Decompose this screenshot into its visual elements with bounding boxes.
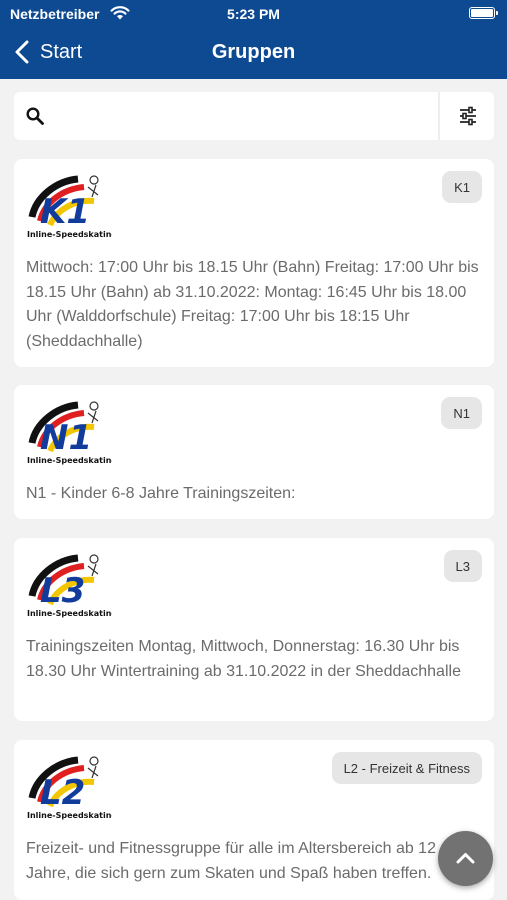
group-logo-text: K1 <box>40 192 90 232</box>
scroll-to-top-button[interactable] <box>438 831 493 886</box>
group-card[interactable]: N1 Inline-Speedskating N1 N1 - Kinder 6-… <box>14 385 494 519</box>
filter-button[interactable] <box>438 92 494 140</box>
search-field[interactable] <box>14 92 438 140</box>
top-bar: Netzbetreiber 5:23 PM Start Gruppen <box>0 0 507 79</box>
page-title: Gruppen <box>211 41 296 63</box>
group-card[interactable]: L3 Inline-Speedskating L3 Trainingszeite… <box>14 538 494 721</box>
group-description: Trainingszeiten Montag, Mittwoch, Donner… <box>26 638 461 680</box>
search-input[interactable] <box>56 92 426 140</box>
sliders-icon <box>460 106 476 126</box>
group-description: N1 - Kinder 6-8 Jahre Trainingszeiten: <box>26 485 296 502</box>
group-card[interactable]: L2 Inline-Speedskating L2 - Freizeit & F… <box>14 740 494 900</box>
group-logo-caption: Inline-Speedskating <box>27 609 112 618</box>
navigation-bar: Start Gruppen <box>0 28 507 79</box>
group-logo-caption: Inline-Speedskating <box>27 456 112 465</box>
battery-icon <box>469 7 498 19</box>
group-logo-caption: Inline-Speedskating <box>27 230 112 239</box>
group-badge: K1 <box>442 171 482 203</box>
group-badge: N1 <box>441 397 482 429</box>
group-logo: N1 Inline-Speedskating <box>27 401 112 465</box>
group-logo-text: L2 <box>40 773 85 813</box>
group-description: Mittwoch: 17:00 Uhr bis 18.15 Uhr (Bahn)… <box>26 259 479 350</box>
group-logo: L2 Inline-Speedskating <box>27 756 112 820</box>
status-time: 5:23 PM <box>227 6 280 22</box>
group-badge: L3 <box>443 550 482 582</box>
group-logo: K1 Inline-Speedskating <box>27 175 112 239</box>
group-logo: L3 Inline-Speedskating <box>27 554 112 618</box>
group-logo-text: N1 <box>40 418 92 458</box>
chevron-up-icon <box>456 853 475 864</box>
group-card[interactable]: K1 Inline-Speedskating K1 Mittwoch: 17:0… <box>14 159 494 367</box>
group-logo-caption: Inline-Speedskating <box>27 811 112 820</box>
search-bar <box>14 92 494 140</box>
group-description: Freizeit- und Fitnessgruppe für alle im … <box>26 840 436 882</box>
group-logo-text: L3 <box>40 571 85 611</box>
status-bar: Netzbetreiber 5:23 PM <box>0 0 507 28</box>
search-icon <box>26 107 44 125</box>
group-badge: L2 - Freizeit & Fitness <box>331 752 482 784</box>
